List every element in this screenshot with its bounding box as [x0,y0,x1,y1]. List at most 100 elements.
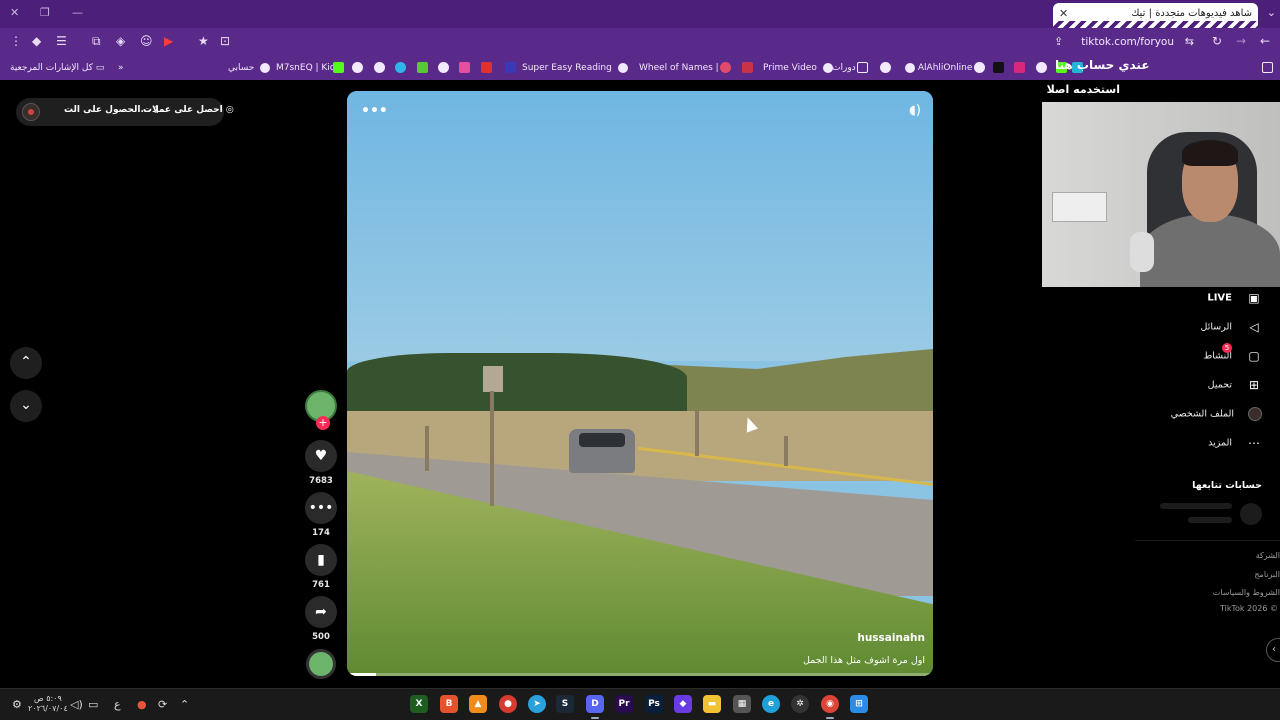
windows-start-icon[interactable]: ⊞ [850,695,868,713]
bookmark-icon[interactable]: ▮ [305,544,337,576]
video-progress-bar[interactable] [347,673,933,676]
excel-app-icon[interactable]: X [410,695,428,713]
bookmark-globe-icon[interactable] [880,62,891,73]
volume-icon[interactable]: ◁) [70,698,83,711]
sidebar-item-messages[interactable]: ◁الرسائل [1201,320,1262,340]
edge-icon[interactable]: e [762,695,780,713]
like-action[interactable]: ♥ 7683 [305,440,337,486]
chatgpt-icon[interactable]: ✲ [791,695,809,713]
tab-list-icon[interactable]: ⌄ [1267,6,1276,19]
reload-icon[interactable]: ↻ [1212,34,1222,48]
sidebar-item-upload[interactable]: ⊞تحميل [1208,378,1262,398]
volume-icon[interactable]: ◖) [909,103,921,118]
bookmark-all[interactable]: كل الإشارات المرجعية ▭ [10,61,104,75]
close-tab-icon[interactable]: ✕ [1059,7,1068,20]
bookmark-download-icon[interactable] [417,62,428,73]
music-disc-icon[interactable] [306,649,336,679]
sidebar-item-more[interactable]: ⋯المزيد [1208,436,1262,456]
file-explorer-icon[interactable]: ▬ [703,695,721,713]
bookmark-globe-icon[interactable] [438,62,449,73]
folder-icon[interactable] [857,62,868,73]
next-video-button[interactable]: ⌄ [10,390,42,422]
sidebar-item-profile[interactable]: الملف الشخصي [1171,407,1262,427]
premiere-pro-icon[interactable]: Pr [615,695,633,713]
close-window-icon[interactable]: ✕ [10,6,19,19]
extension-youtube-icon[interactable]: ▶ [164,34,173,48]
creator-avatar[interactable]: + [305,390,337,430]
bookmark-alahli[interactable]: AlAhliOnline [902,61,972,75]
media-app-icon[interactable]: ◆ [674,695,692,713]
bookmark-app-icon[interactable] [505,62,516,73]
bookmark-globe-icon[interactable] [352,62,363,73]
telegram-icon[interactable]: ➤ [528,695,546,713]
more-options-icon[interactable]: ••• [361,103,388,119]
discord-icon[interactable]: D [586,695,604,719]
instagram-icon[interactable] [1014,62,1025,73]
network-icon[interactable]: ▭ [88,698,98,711]
clock[interactable]: ٥:٠٩ ص ٢٠٢٦/٠٧/٠٤ [28,694,68,714]
bookmark-courses[interactable]: دورات [832,61,856,75]
menu-kebab-icon[interactable]: ⋮ [10,34,22,48]
footer-company-link[interactable]: الشركة [1256,551,1280,560]
video-author[interactable]: hussainahn [857,632,925,644]
settings-gear-icon[interactable]: ⚙ [12,698,22,711]
extension-profile-icon[interactable]: ◆ [32,34,41,48]
minimize-window-icon[interactable]: — [72,6,83,19]
save-action[interactable]: ▮ 761 [305,544,337,590]
kick-icon[interactable] [333,62,344,73]
photoshop-icon[interactable]: Ps [645,695,663,713]
bookmark-adobe-icon[interactable] [481,62,492,73]
bookmark-globe-icon[interactable] [974,62,985,73]
bookmark-app-icon[interactable] [459,62,470,73]
extension-tasks-icon[interactable]: ☰ [56,34,67,48]
input-language[interactable]: ع [114,698,121,711]
sync-icon[interactable]: ⟳ [158,698,167,711]
get-coins-button[interactable]: احصل على عملات ◎ [143,105,234,115]
apps-grid-icon[interactable] [1262,62,1273,73]
bookmark-globe-icon[interactable] [1036,62,1047,73]
tray-overflow-chevron-icon[interactable]: ⌃ [180,698,189,711]
comment-icon[interactable]: ••• [305,492,337,524]
user-avatar[interactable] [22,103,40,121]
share-action[interactable]: ➦ 500 [305,596,337,642]
collapse-sidebar-icon[interactable]: ‹ [1266,638,1280,662]
share-arrow-icon[interactable]: ➦ [305,596,337,628]
video-player[interactable]: ••• ◖) hussainahn اول مرة اشوف مثل هذا ا… [347,91,933,676]
sidebar-item-live[interactable]: ▣LIVE [1207,291,1262,311]
wheel-icon[interactable] [720,62,731,73]
address-bar[interactable]: ⇪ tiktok.com/foryou ⇆ [1050,31,1200,53]
bookmark-wheel-of-names[interactable]: Wheel of Names | ... [639,61,730,75]
red-app-icon[interactable]: ● [499,695,517,713]
triangle-app-icon[interactable]: ▲ [469,695,487,713]
bookmark-kick[interactable]: M7snEQ | Kick [276,61,340,75]
forward-icon[interactable]: → [1236,34,1246,48]
sidebar-item-activity[interactable]: ▢النشاط 5 [1203,343,1262,369]
comment-action[interactable]: ••• 174 [305,492,337,538]
screenshot-icon[interactable]: ⊡ [220,34,230,48]
previous-video-button[interactable]: ⌃ [10,347,42,379]
bookmark-site-icon[interactable] [395,62,406,73]
steam-icon[interactable]: S [556,695,574,713]
footer-program-link[interactable]: البرنامج [1254,570,1280,579]
extension-shield-icon[interactable]: ◈ [116,34,125,48]
store-icon[interactable]: ▦ [733,695,751,713]
extension-face-icon[interactable]: ☺ [140,34,153,48]
microphone-icon[interactable]: ● [137,698,147,711]
bookmark-app-icon[interactable] [742,62,753,73]
tiktok-icon[interactable] [993,62,1004,73]
bookmark-my-account[interactable]: حسابي [228,61,271,75]
maximize-window-icon[interactable]: ❐ [40,6,50,19]
back-icon[interactable]: ← [1260,34,1270,48]
follow-plus-icon[interactable]: + [316,416,330,430]
share-icon[interactable]: ⇪ [1054,35,1063,48]
site-settings-icon[interactable]: ⇆ [1185,35,1194,48]
footer-terms-link[interactable]: الشروط والسياسات [1213,588,1280,597]
bookmark-prime-video[interactable]: Prime Video [763,61,833,75]
heart-icon[interactable]: ♥ [305,440,337,472]
bookmark-globe-icon[interactable] [374,62,385,73]
bookmark-star-icon[interactable]: ★ [198,34,209,48]
brave-browser-icon[interactable]: B [440,695,458,713]
extensions-puzzle-icon[interactable]: ⧉ [92,34,101,49]
bookmarks-overflow-icon[interactable]: » [118,61,124,75]
chrome-icon[interactable]: ◉ [821,695,839,719]
